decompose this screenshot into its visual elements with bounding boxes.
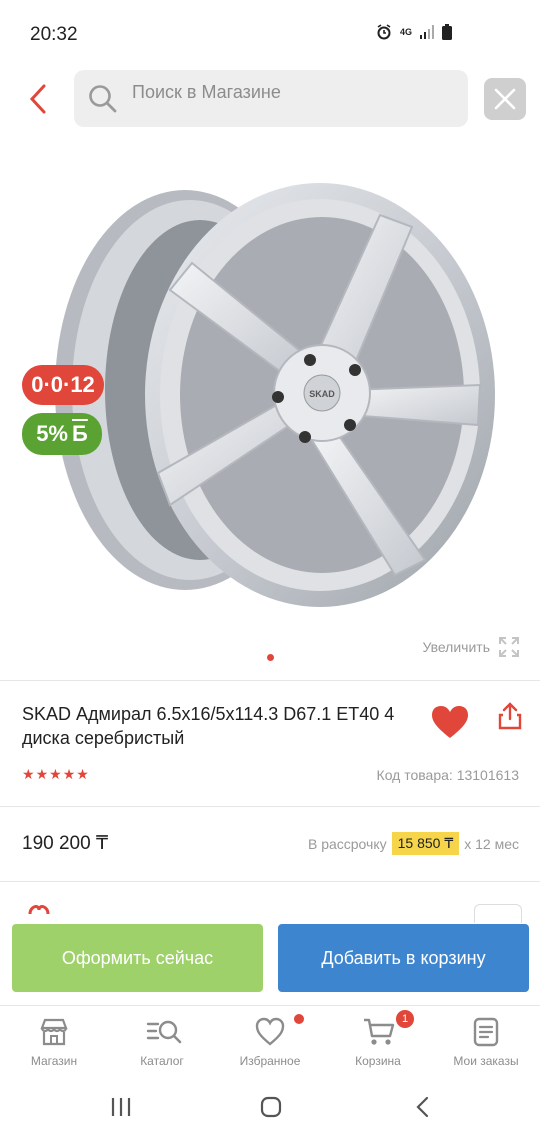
search-icon [89, 85, 117, 113]
bottom-tab-bar: Магазин Каталог Избранное 1 Корзина Мои … [0, 1005, 540, 1076]
status-bar: 20:32 4G [0, 0, 540, 60]
divider [0, 680, 540, 681]
zoom-label: Увеличить [422, 639, 490, 655]
recent-apps-icon[interactable] [110, 1096, 132, 1118]
wheel-logo: SKAD [309, 389, 335, 399]
star-icon: ★ [22, 766, 35, 782]
product-code: Код товара: 13101613 [376, 767, 519, 783]
close-icon [494, 88, 516, 110]
orders-icon [473, 1017, 499, 1047]
star-icon: ★ [76, 766, 89, 782]
tab-label: Магазин [30, 1054, 78, 1068]
product-image[interactable]: SKAD [50, 175, 500, 615]
tab-favorites[interactable]: Избранное [216, 1006, 324, 1076]
favorite-button[interactable] [430, 704, 470, 745]
tab-shop[interactable]: Магазин [0, 1006, 108, 1076]
alarm-icon [377, 24, 391, 40]
share-button[interactable] [498, 702, 522, 735]
product-price: 190 200 ₸ [22, 833, 109, 854]
cart-count-badge: 1 [396, 1010, 414, 1028]
divider [0, 806, 540, 807]
tab-label: Избранное [239, 1054, 301, 1068]
add-to-cart-button[interactable]: Добавить в корзину [278, 924, 529, 992]
installment-info[interactable]: В рассрочку 15 850 ₸ x 12 мес [308, 832, 519, 855]
discount-badge: 5% Б [22, 413, 102, 455]
battery-icon [442, 24, 452, 40]
buy-now-button[interactable]: Оформить сейчас [12, 924, 263, 992]
tab-cart[interactable]: 1 Корзина [324, 1006, 432, 1076]
installment-prefix: В рассрочку [307, 835, 387, 852]
back-nav-icon[interactable] [412, 1096, 434, 1118]
header: Поиск в Магазине [0, 70, 540, 130]
favorites-dot [294, 1014, 304, 1024]
discount-value: 5% [36, 421, 68, 446]
tab-orders[interactable]: Мои заказы [432, 1006, 540, 1076]
product-gallery[interactable]: SKAD 0·0·12 5% Б [0, 160, 540, 640]
heart-icon [432, 706, 468, 738]
installment-suffix: x 12 мес [464, 835, 519, 852]
divider [0, 881, 540, 882]
section-control [474, 904, 522, 923]
signal-icon [420, 25, 434, 39]
product-title: SKAD Адмирал 6.5x16/5x114.3 D67.1 ET40 4… [22, 704, 395, 748]
home-icon[interactable] [260, 1096, 282, 1118]
status-icons: 4G [376, 24, 452, 40]
tab-label: Каталог [140, 1054, 184, 1068]
discount-suffix: Б [71, 421, 88, 446]
tab-catalog[interactable]: Каталог [108, 1006, 216, 1076]
system-nav-bar [0, 1080, 540, 1140]
rating-stars[interactable]: ★ ★ ★ ★ ★ [22, 766, 89, 783]
status-time: 20:32 [30, 24, 78, 45]
gallery-page-indicator[interactable] [267, 654, 274, 661]
catalog-search-icon [146, 1020, 182, 1044]
star-icon: ★ [49, 766, 62, 782]
section-icon [28, 905, 50, 915]
cart-icon [364, 1018, 395, 1045]
close-button[interactable] [484, 78, 526, 120]
star-icon: ★ [35, 766, 49, 782]
heart-outline-icon [255, 1017, 285, 1046]
installment-amount: 15 850 ₸ [391, 832, 460, 855]
tab-label: Мои заказы [453, 1054, 519, 1068]
action-buttons: Оформить сейчас Добавить в корзину [0, 924, 540, 994]
zoom-button[interactable]: Увеличить [422, 636, 520, 658]
shop-icon [40, 1018, 68, 1046]
expand-icon [499, 637, 519, 657]
chevron-left-icon [29, 84, 46, 114]
timer-badge: 0·0·12 [22, 365, 104, 405]
search-field[interactable]: Поиск в Магазине [74, 70, 468, 127]
network-type: 4G [399, 26, 412, 37]
tab-label: Корзина [355, 1054, 401, 1068]
share-icon [498, 702, 522, 730]
star-icon: ★ [62, 766, 76, 782]
search-placeholder: Поиск в Магазине [132, 82, 281, 102]
back-button[interactable] [24, 82, 54, 118]
